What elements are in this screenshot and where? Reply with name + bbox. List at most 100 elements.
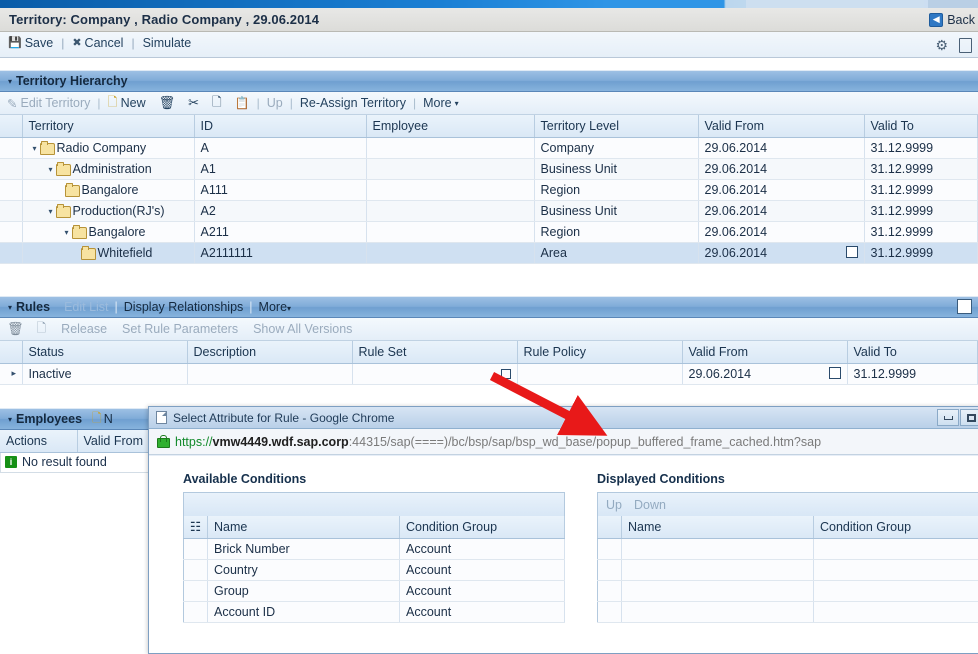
minimize-button[interactable] [937, 409, 959, 426]
col-rule-policy[interactable]: Rule Policy [517, 341, 682, 363]
cell-valid-from[interactable]: 29.06.2014 [698, 242, 864, 263]
show-all-versions-button[interactable]: Show All Versions [253, 322, 352, 336]
calendar-picker-icon[interactable] [846, 246, 858, 258]
edit-list-link[interactable]: Edit List [64, 300, 108, 314]
col-displayed-group[interactable]: Condition Group [814, 516, 978, 538]
value-help-icon[interactable] [501, 369, 511, 379]
row-select-cell[interactable] [0, 179, 22, 200]
rules-more-link[interactable]: More▾ [259, 300, 292, 314]
col-available-group[interactable]: Condition Group [400, 516, 565, 538]
col-status[interactable]: Status [22, 341, 187, 363]
back-button[interactable]: ◀ Back [929, 11, 975, 28]
up-button[interactable]: Up [267, 96, 283, 110]
col-valid-to[interactable]: Valid To [864, 115, 978, 137]
popup-address-bar[interactable]: https://vmw4449.wdf.sap.corp:44315/sap(=… [149, 429, 978, 455]
table-row[interactable]: ▾BangaloreA211Region29.06.201431.12.9999 [0, 221, 978, 242]
rules-select-all-header[interactable] [0, 341, 22, 363]
display-relationships-link[interactable]: Display Relationships [124, 300, 244, 314]
expand-caret-icon[interactable]: ▾ [49, 207, 53, 216]
list-item[interactable] [598, 601, 978, 622]
cancel-button[interactable]: ✖ Cancel [72, 36, 123, 50]
col-rule-set[interactable]: Rule Set [352, 341, 517, 363]
row-select-cell[interactable] [0, 158, 22, 179]
release-button[interactable]: Release [61, 322, 107, 336]
table-row[interactable]: WhitefieldA2111111Area29.06.201431.12.99… [0, 242, 978, 263]
row-select-cell[interactable] [598, 538, 622, 559]
move-down-button[interactable]: Down [634, 498, 666, 512]
rules-copy-button[interactable]: 🗋 [37, 319, 47, 340]
col-actions[interactable]: Actions [0, 430, 77, 452]
col-description[interactable]: Description [187, 341, 352, 363]
col-rules-valid-from[interactable]: Valid From [682, 341, 847, 363]
cut-button[interactable]: ✂ [188, 95, 199, 111]
rules-header[interactable]: ▾ Rules Edit List | Display Relationship… [0, 296, 978, 318]
employees-new-button[interactable]: 🗋 N [92, 409, 113, 430]
table-row[interactable]: ▾Production(RJ's)A2Business Unit29.06.20… [0, 200, 978, 221]
copy-button[interactable]: 🗋 [212, 93, 222, 114]
available-select-all-header[interactable]: ☷ [184, 516, 208, 538]
edit-territory-button[interactable]: ✎ Edit Territory [7, 96, 90, 111]
col-valid-from[interactable]: Valid From [698, 115, 864, 137]
collapse-caret-icon[interactable]: ▾ [8, 77, 12, 86]
col-rules-valid-to[interactable]: Valid To [847, 341, 978, 363]
displayed-select-all-header[interactable] [598, 516, 622, 538]
row-select-cell[interactable] [0, 200, 22, 221]
gear-icon[interactable]: ⚙ [935, 37, 948, 54]
list-item[interactable]: GroupAccount [184, 580, 565, 601]
row-select-cell[interactable] [184, 538, 208, 559]
employees-collapse-caret-icon[interactable]: ▾ [8, 415, 12, 424]
row-select-cell[interactable] [184, 559, 208, 580]
popup-title-bar[interactable]: Select Attribute for Rule - Google Chrom… [149, 407, 978, 429]
table-row[interactable]: ▾AdministrationA1Business Unit29.06.2014… [0, 158, 978, 179]
rules-delete-button[interactable]: 🗑 [7, 321, 24, 337]
maximize-button[interactable] [960, 409, 978, 426]
col-territory[interactable]: Territory [22, 115, 194, 137]
row-select-cell[interactable] [598, 601, 622, 622]
list-item[interactable] [598, 580, 978, 601]
table-row[interactable]: ▸Inactive29.06.201431.12.9999 [0, 363, 978, 384]
row-select-cell[interactable] [598, 559, 622, 580]
col-displayed-name[interactable]: Name [622, 516, 814, 538]
popup-url[interactable]: https://vmw4449.wdf.sap.corp:44315/sap(=… [175, 435, 821, 449]
export-spreadsheet-icon[interactable] [957, 299, 972, 314]
page-settings-icon[interactable] [959, 38, 972, 53]
new-territory-button[interactable]: 🗋 New [108, 93, 146, 114]
expand-caret-icon[interactable]: ▾ [65, 228, 69, 237]
simulate-button[interactable]: Simulate [143, 36, 192, 50]
list-item[interactable] [598, 538, 978, 559]
col-available-name[interactable]: Name [208, 516, 400, 538]
cell-id: A [194, 137, 366, 158]
employees-header[interactable]: ▾ Employees 🗋 N [0, 408, 160, 430]
list-item[interactable] [598, 559, 978, 580]
save-button[interactable]: 💾 Save [8, 36, 53, 50]
cell-rules-valid-from[interactable]: 29.06.2014 [682, 363, 847, 384]
more-button[interactable]: More ▾ [423, 96, 459, 110]
table-row[interactable]: BangaloreA111Region29.06.201431.12.9999 [0, 179, 978, 200]
cell-rule-set[interactable] [352, 363, 517, 384]
col-id[interactable]: ID [194, 115, 366, 137]
row-select-cell[interactable] [598, 580, 622, 601]
list-item[interactable]: Brick NumberAccount [184, 538, 565, 559]
expand-caret-icon[interactable]: ▾ [49, 165, 53, 174]
row-select-cell[interactable] [0, 221, 22, 242]
row-select-cell[interactable] [184, 580, 208, 601]
select-all-header[interactable] [0, 115, 22, 137]
col-employee[interactable]: Employee [366, 115, 534, 137]
row-expand-cell[interactable]: ▸ [0, 363, 22, 384]
expand-caret-icon[interactable]: ▾ [33, 144, 37, 153]
row-select-cell[interactable] [0, 137, 22, 158]
move-up-button[interactable]: Up [606, 498, 622, 512]
table-row[interactable]: ▾Radio CompanyACompany29.06.201431.12.99… [0, 137, 978, 158]
row-select-cell[interactable] [0, 242, 22, 263]
row-select-cell[interactable] [184, 601, 208, 622]
territory-hierarchy-header[interactable]: ▾ Territory Hierarchy [0, 70, 978, 92]
list-item[interactable]: Account IDAccount [184, 601, 565, 622]
list-item[interactable]: CountryAccount [184, 559, 565, 580]
rules-collapse-caret-icon[interactable]: ▾ [8, 303, 12, 312]
col-territory-level[interactable]: Territory Level [534, 115, 698, 137]
set-rule-parameters-button[interactable]: Set Rule Parameters [122, 322, 238, 336]
delete-territory-button[interactable]: 🗑 [159, 95, 176, 111]
reassign-territory-button[interactable]: Re-Assign Territory [300, 96, 406, 110]
paste-button[interactable]: 📋 [235, 96, 250, 110]
calendar-picker-icon[interactable] [829, 367, 841, 379]
